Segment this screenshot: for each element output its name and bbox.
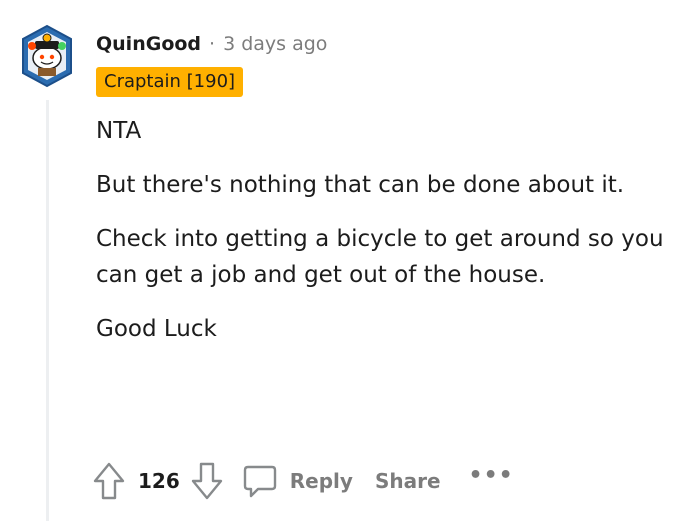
upvote-arrow-icon — [93, 462, 125, 500]
downvote-button[interactable] — [190, 461, 224, 501]
comment-paragraph: Good Luck — [96, 316, 217, 342]
vote-score: 126 — [138, 469, 180, 493]
username-link[interactable]: QuinGood — [96, 33, 201, 55]
comment-paragraph: NTA — [96, 118, 142, 144]
reply-button[interactable]: Reply — [242, 463, 353, 499]
comment-paragraph: But there's nothing that can be done abo… — [96, 172, 625, 198]
more-dots-icon[interactable]: ••• — [469, 463, 514, 488]
share-button[interactable]: Share — [375, 469, 441, 493]
comment-card: QuinGood · 3 days ago Craptain [190] NTA… — [0, 0, 700, 521]
reply-label: Reply — [289, 469, 353, 493]
comment-paragraph: Check into getting a bicycle to get arou… — [96, 226, 664, 288]
upvote-button[interactable] — [92, 461, 126, 501]
thread-collapse-line[interactable] — [46, 100, 49, 521]
user-avatar[interactable] — [20, 24, 74, 88]
meta-separator: · — [209, 33, 216, 55]
downvote-arrow-icon — [191, 462, 222, 500]
comment-actions: 126 Reply Share ••• — [92, 460, 514, 502]
comment-body: NTA But there's nothing that can be done… — [96, 113, 676, 365]
comment-timestamp[interactable]: 3 days ago — [223, 33, 327, 55]
snoo-avatar-icon — [22, 24, 72, 88]
user-flair: Craptain [190] — [96, 67, 244, 97]
comment-bubble-icon — [243, 465, 276, 498]
comment-header: QuinGood · 3 days ago — [96, 30, 327, 58]
